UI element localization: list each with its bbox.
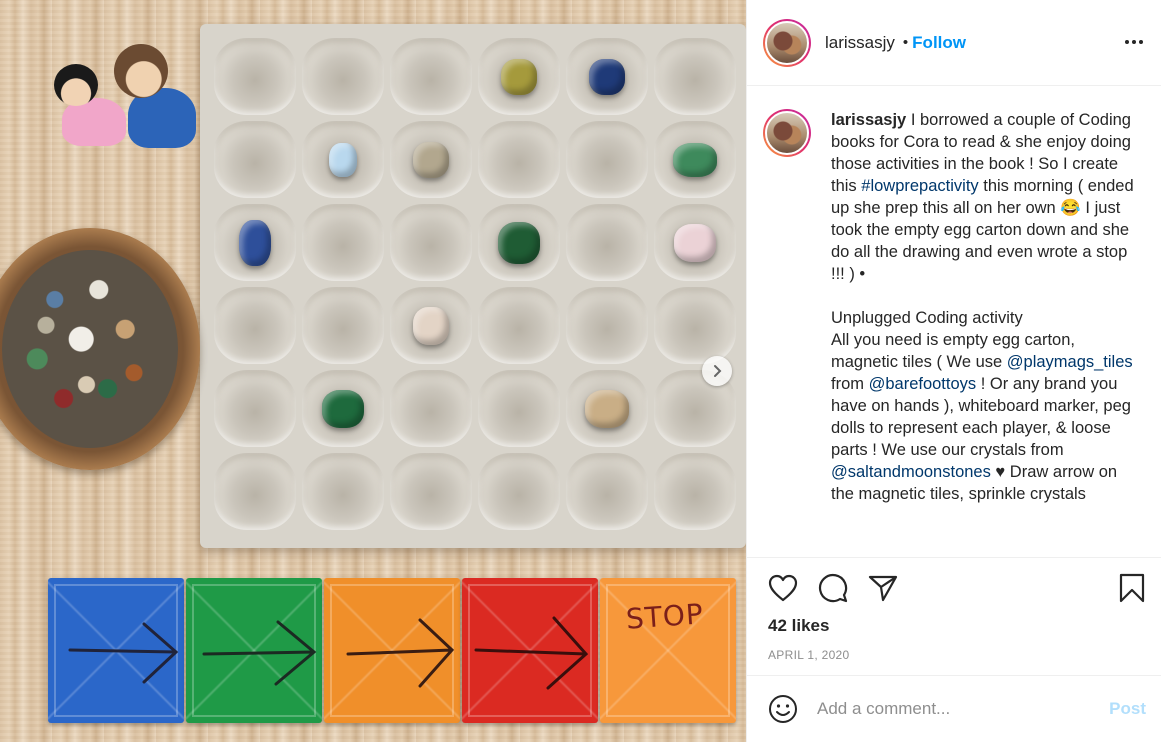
carton-cup bbox=[390, 38, 472, 115]
share-button[interactable] bbox=[867, 572, 899, 604]
carton-cup bbox=[478, 370, 560, 447]
carton-cup bbox=[214, 370, 296, 447]
carton-cup bbox=[566, 370, 648, 447]
carton-cup bbox=[654, 121, 736, 198]
carousel-next-button[interactable] bbox=[702, 356, 732, 386]
hashtag-link[interactable]: #lowprepactivity bbox=[861, 177, 978, 195]
action-buttons bbox=[767, 572, 899, 604]
save-button[interactable] bbox=[1116, 572, 1148, 604]
carton-cup bbox=[390, 121, 472, 198]
smiley-icon bbox=[769, 695, 797, 723]
chevron-right-icon bbox=[714, 365, 722, 377]
tile-stop: STOP bbox=[600, 578, 736, 723]
carton-cup bbox=[390, 453, 472, 530]
carton-cup bbox=[214, 38, 296, 115]
crystal-bowl bbox=[0, 228, 200, 470]
mention-link[interactable]: @barefoottoys bbox=[869, 375, 977, 393]
carton-cup bbox=[566, 38, 648, 115]
crystal-stone bbox=[501, 58, 537, 95]
caption-text: larissasjy I borrowed a couple of Coding… bbox=[831, 109, 1136, 505]
crystal-stone bbox=[673, 142, 717, 177]
carton-cup bbox=[654, 204, 736, 281]
carton-cup bbox=[214, 121, 296, 198]
bowl-crystals bbox=[2, 250, 178, 448]
caption-username[interactable]: larissasjy bbox=[831, 111, 906, 129]
post-date[interactable]: APRIL 1, 2020 bbox=[768, 648, 850, 662]
carton-cup bbox=[566, 121, 648, 198]
carton-cup bbox=[390, 204, 472, 281]
mention-link[interactable]: @saltandmoonstones bbox=[831, 463, 991, 481]
carton-cup bbox=[302, 204, 384, 281]
comments-area[interactable]: larissasjy I borrowed a couple of Coding… bbox=[747, 87, 1161, 557]
carton-cup bbox=[302, 38, 384, 115]
magnetic-tiles-row: STOP bbox=[48, 578, 746, 723]
tile-blue-arrow bbox=[48, 578, 184, 723]
carton-cup bbox=[390, 370, 472, 447]
carton-cup bbox=[214, 287, 296, 364]
heart-icon bbox=[768, 574, 798, 602]
caption-text-part: this morning ( ended up she prep this al… bbox=[831, 177, 1134, 371]
carton-cup bbox=[214, 453, 296, 530]
carton-cup bbox=[566, 204, 648, 281]
carton-cup bbox=[302, 121, 384, 198]
instagram-post-window: STOP larissasjy • Follow larissasjy I bo… bbox=[0, 0, 1161, 742]
carton-cup bbox=[214, 204, 296, 281]
comment-input[interactable] bbox=[817, 699, 1087, 719]
carton-cup bbox=[390, 287, 472, 364]
carton-cup bbox=[302, 287, 384, 364]
avatar[interactable] bbox=[763, 109, 811, 157]
carton-cup bbox=[302, 370, 384, 447]
likes-count[interactable]: 42 likes bbox=[768, 616, 829, 636]
crystal-stone bbox=[413, 141, 449, 178]
peg-doll-blue bbox=[110, 44, 200, 150]
carton-cup bbox=[302, 453, 384, 530]
carton-cup bbox=[566, 287, 648, 364]
comment-bubble-icon bbox=[819, 574, 848, 603]
egg-carton bbox=[200, 24, 746, 548]
post-side-panel: larissasjy • Follow larissasjy I borrowe… bbox=[746, 0, 1161, 742]
crystal-stone bbox=[674, 223, 716, 262]
more-horizontal-icon bbox=[1125, 40, 1143, 44]
carton-cup bbox=[478, 453, 560, 530]
carton-cup bbox=[478, 287, 560, 364]
username-link[interactable]: larissasjy bbox=[825, 33, 895, 53]
post-photo[interactable]: STOP bbox=[0, 0, 746, 742]
crystal-stone bbox=[589, 58, 625, 95]
avatar[interactable] bbox=[763, 18, 811, 67]
crystal-stone bbox=[329, 142, 357, 177]
crystal-stone bbox=[498, 221, 540, 264]
emoji-button[interactable] bbox=[767, 693, 799, 725]
post-caption: larissasjy I borrowed a couple of Coding… bbox=[763, 109, 1153, 505]
tile-red-arrow bbox=[462, 578, 598, 723]
post-actions: 42 likes APRIL 1, 2020 bbox=[747, 557, 1161, 675]
follow-button[interactable]: Follow bbox=[912, 33, 966, 53]
carton-cup bbox=[654, 38, 736, 115]
tile-green-arrow bbox=[186, 578, 322, 723]
comment-bar: Post bbox=[747, 675, 1161, 742]
avatar-image bbox=[765, 20, 809, 65]
crystal-stone bbox=[239, 219, 271, 266]
carton-cup bbox=[478, 121, 560, 198]
comment-button[interactable] bbox=[817, 572, 849, 604]
paper-plane-icon bbox=[868, 575, 898, 602]
crystal-stone bbox=[413, 306, 449, 345]
bookmark-icon bbox=[1119, 573, 1145, 603]
like-button[interactable] bbox=[767, 572, 799, 604]
more-options-button[interactable] bbox=[1122, 30, 1146, 54]
separator-dot: • bbox=[902, 34, 909, 51]
carton-cup bbox=[478, 204, 560, 281]
crystal-stone bbox=[322, 389, 364, 428]
carton-cup bbox=[478, 38, 560, 115]
crystal-stone bbox=[585, 389, 629, 428]
carton-cup bbox=[566, 453, 648, 530]
avatar-image bbox=[765, 111, 809, 155]
tile-orange-arrow bbox=[324, 578, 460, 723]
post-header: larissasjy • Follow bbox=[747, 0, 1161, 86]
carton-cup bbox=[654, 287, 736, 364]
carton-cup bbox=[654, 453, 736, 530]
stop-label: STOP bbox=[624, 597, 705, 636]
mention-link[interactable]: @playmags_tiles bbox=[1007, 353, 1133, 371]
post-comment-button[interactable]: Post bbox=[1109, 699, 1146, 719]
